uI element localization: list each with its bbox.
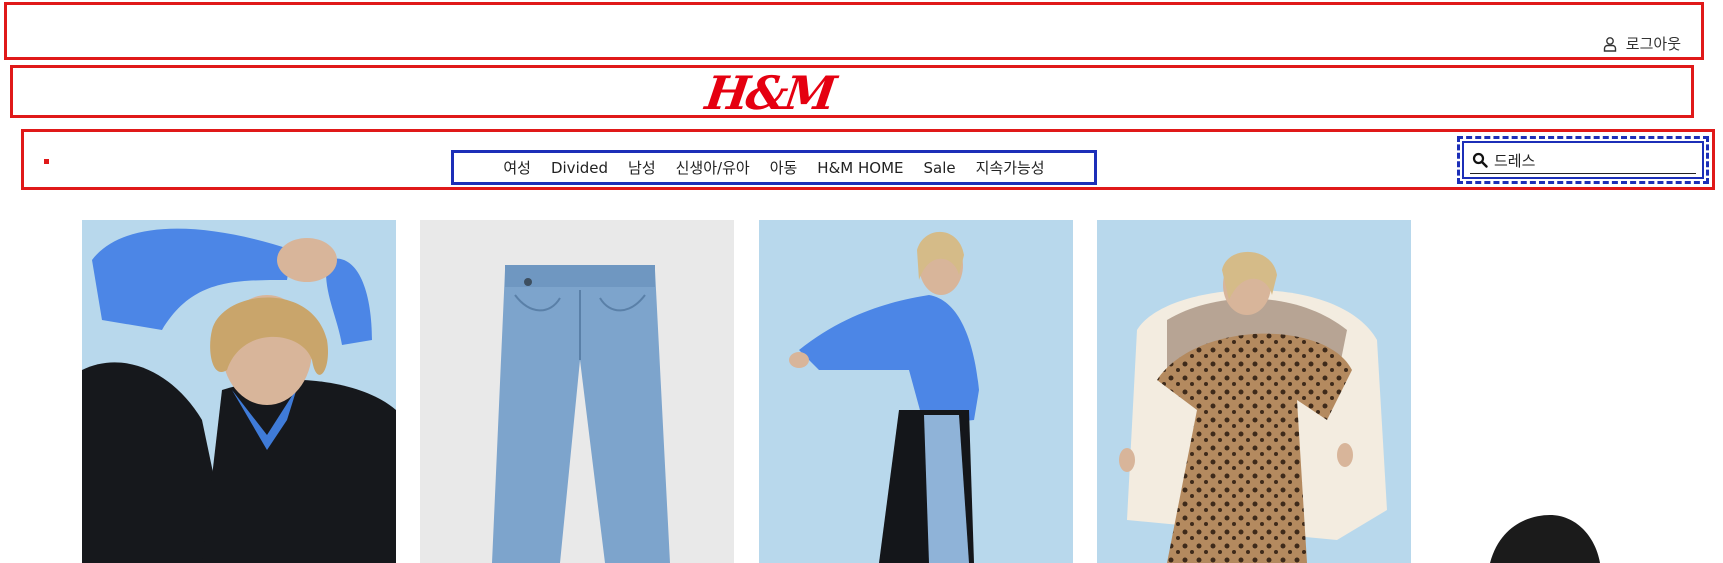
category-nav: 여성 Divided 남성 신생아/유아 아동 H&M HOME Sale 지속… xyxy=(451,150,1097,185)
search-input[interactable] xyxy=(1494,151,1684,169)
nav-item-baby[interactable]: 신생아/유아 xyxy=(676,157,750,178)
nav-item-women[interactable]: 여성 xyxy=(503,157,531,178)
search-underline xyxy=(1470,173,1696,174)
product-card-2[interactable] xyxy=(420,220,734,563)
top-utility-bar: 로그아웃 xyxy=(4,2,1704,60)
logo-bar: H&M xyxy=(10,65,1694,120)
product-card-1[interactable] xyxy=(82,220,396,563)
search-icon[interactable] xyxy=(1472,152,1488,168)
nav-item-divided[interactable]: Divided xyxy=(551,159,608,177)
product-image xyxy=(82,220,396,563)
hm-logo[interactable]: H&M xyxy=(702,64,837,122)
product-image xyxy=(1490,515,1600,563)
marker-dot xyxy=(44,159,49,164)
search-box xyxy=(1457,136,1709,184)
product-card-5-partial[interactable] xyxy=(1490,515,1600,563)
product-image xyxy=(759,220,1073,563)
logout-label: 로그아웃 xyxy=(1625,35,1681,53)
product-card-3[interactable] xyxy=(759,220,1073,563)
product-image xyxy=(1097,220,1411,563)
product-image xyxy=(420,220,734,563)
nav-item-kids[interactable]: 아동 xyxy=(770,157,798,178)
nav-item-sustainability[interactable]: 지속가능성 xyxy=(976,157,1045,178)
user-icon xyxy=(1603,36,1616,52)
product-card-4[interactable] xyxy=(1097,220,1411,563)
nav-item-men[interactable]: 남성 xyxy=(628,157,656,178)
nav-item-sale[interactable]: Sale xyxy=(924,159,956,177)
nav-item-hm-home[interactable]: H&M HOME xyxy=(817,159,903,177)
logout-link[interactable]: 로그아웃 xyxy=(1602,33,1681,54)
